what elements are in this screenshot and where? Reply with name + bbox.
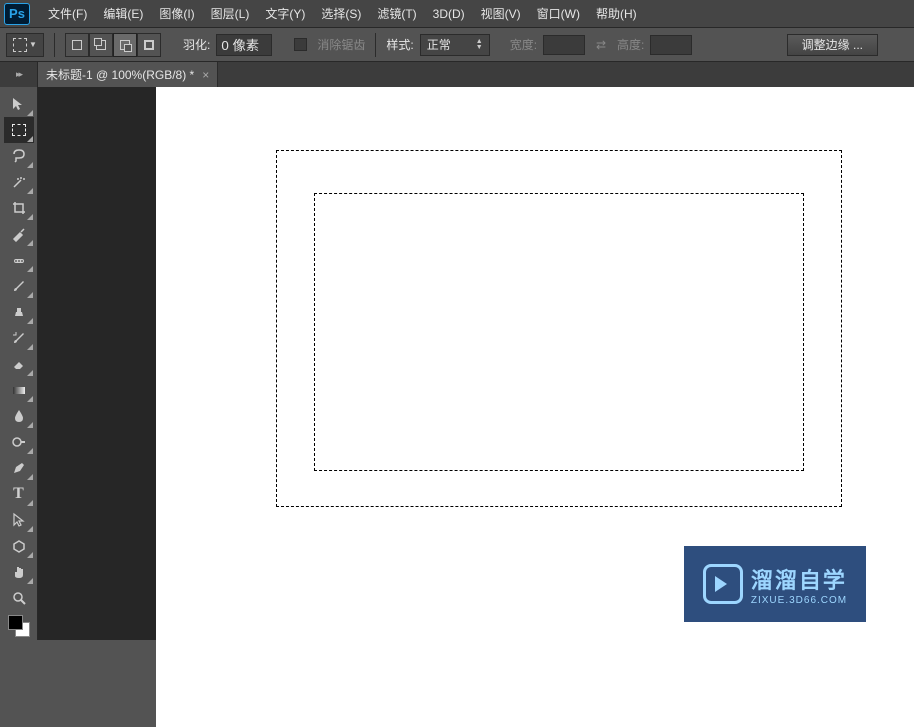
style-select[interactable]: 正常 ▲▼ <box>420 34 490 56</box>
watermark-title: 溜溜自学 <box>751 563 847 595</box>
antialias-label: 消除锯齿 <box>317 36 365 53</box>
history-brush-tool[interactable] <box>4 325 34 351</box>
select-arrows-icon: ▲▼ <box>476 39 483 51</box>
hand-tool[interactable] <box>4 559 34 585</box>
brush-tool[interactable] <box>4 273 34 299</box>
app-logo: Ps <box>4 3 30 25</box>
magic-wand-tool[interactable] <box>4 169 34 195</box>
menu-edit[interactable]: 编辑(E) <box>95 0 151 28</box>
menu-help[interactable]: 帮助(H) <box>588 0 645 28</box>
color-swatches[interactable] <box>6 613 32 639</box>
document-canvas[interactable] <box>156 87 914 727</box>
close-tab-button[interactable]: × <box>202 68 209 82</box>
selection-mode-group <box>65 33 161 57</box>
shape-tool[interactable] <box>4 533 34 559</box>
marquee-tool[interactable] <box>4 117 34 143</box>
style-label: 样式: <box>386 36 413 53</box>
feather-input[interactable] <box>216 34 272 56</box>
menu-type[interactable]: 文字(Y) <box>257 0 313 28</box>
menu-3d[interactable]: 3D(D) <box>425 0 473 28</box>
dodge-tool[interactable] <box>4 429 34 455</box>
chevron-down-icon: ▼ <box>29 40 37 49</box>
menu-view[interactable]: 视图(V) <box>473 0 529 28</box>
menu-image[interactable]: 图像(I) <box>151 0 202 28</box>
move-tool[interactable] <box>4 91 34 117</box>
watermark-url: ZIXUE.3D66.COM <box>751 595 847 606</box>
refine-edge-button[interactable]: 调整边缘 ... <box>787 34 878 56</box>
divider <box>375 33 376 57</box>
height-label: 高度: <box>617 36 644 53</box>
path-selection-tool[interactable] <box>4 507 34 533</box>
eraser-tool[interactable] <box>4 351 34 377</box>
toolbox: T <box>0 87 38 640</box>
selection-new-button[interactable] <box>65 33 89 57</box>
panel-collapse-strip[interactable]: ▸▸ <box>0 62 38 87</box>
marquee-icon <box>12 124 26 136</box>
crop-tool[interactable] <box>4 195 34 221</box>
document-tab-bar: 未标题-1 @ 100%(RGB/8) * × <box>38 62 914 87</box>
marquee-icon <box>13 38 27 52</box>
menu-layer[interactable]: 图层(L) <box>203 0 258 28</box>
document-tab[interactable]: 未标题-1 @ 100%(RGB/8) * × <box>38 62 218 87</box>
selection-add-button[interactable] <box>89 33 113 57</box>
selection-subtract-button[interactable] <box>113 33 137 57</box>
width-input <box>543 35 585 55</box>
options-bar: ▼ 羽化: 消除锯齿 样式: 正常 ▲▼ 宽度: ⇄ 高度: 调整边缘 ... <box>0 28 914 62</box>
width-label: 宽度: <box>510 36 537 53</box>
eyedropper-tool[interactable] <box>4 221 34 247</box>
gradient-tool[interactable] <box>4 377 34 403</box>
selection-inner <box>314 193 804 471</box>
watermark: 溜溜自学 ZIXUE.3D66.COM <box>684 546 866 622</box>
foreground-color-swatch[interactable] <box>8 615 23 630</box>
style-value: 正常 <box>427 36 451 53</box>
blur-tool[interactable] <box>4 403 34 429</box>
antialias-checkbox <box>294 38 307 51</box>
watermark-play-icon <box>703 564 743 604</box>
selection-intersect-button[interactable] <box>137 33 161 57</box>
zoom-tool[interactable] <box>4 585 34 611</box>
divider <box>54 33 55 57</box>
healing-brush-tool[interactable] <box>4 247 34 273</box>
current-tool-preset[interactable]: ▼ <box>6 33 44 57</box>
menu-bar: Ps 文件(F) 编辑(E) 图像(I) 图层(L) 文字(Y) 选择(S) 滤… <box>0 0 914 28</box>
swap-dimensions-icon: ⇄ <box>591 35 611 55</box>
feather-label: 羽化: <box>183 36 210 53</box>
height-input <box>650 35 692 55</box>
workspace: 溜溜自学 ZIXUE.3D66.COM <box>38 87 914 640</box>
menu-window[interactable]: 窗口(W) <box>529 0 588 28</box>
menu-file[interactable]: 文件(F) <box>40 0 95 28</box>
menu-filter[interactable]: 滤镜(T) <box>369 0 424 28</box>
type-tool[interactable]: T <box>4 481 34 507</box>
pen-tool[interactable] <box>4 455 34 481</box>
document-tab-title: 未标题-1 @ 100%(RGB/8) * <box>46 66 194 83</box>
menu-select[interactable]: 选择(S) <box>313 0 369 28</box>
collapse-handle-icon: ▸▸ <box>16 69 21 80</box>
lasso-tool[interactable] <box>4 143 34 169</box>
clone-stamp-tool[interactable] <box>4 299 34 325</box>
